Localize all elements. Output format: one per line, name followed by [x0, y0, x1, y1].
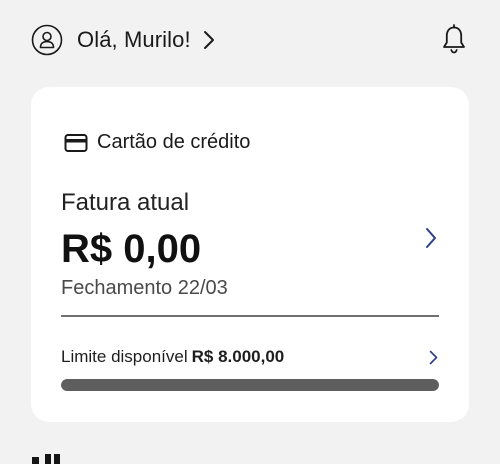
limit-progress-bar	[61, 379, 439, 391]
bell-icon[interactable]	[441, 24, 467, 54]
credit-card-icon	[64, 133, 88, 152]
invoice-closing-date: Fechamento 22/03	[61, 277, 228, 299]
chevron-right-icon	[426, 228, 436, 248]
invoice-label: Fatura atual	[61, 189, 190, 216]
chevron-right-icon	[429, 350, 438, 365]
credit-card-summary-card: Cartão de crédito Fatura atual R$ 0,00 F…	[31, 87, 469, 422]
card-title: Cartão de crédito	[97, 131, 251, 153]
card-header: Cartão de crédito	[64, 131, 250, 154]
header: Olá, Murilo!	[0, 0, 500, 80]
limit-text: Limite disponível R$ 8.000,00	[61, 347, 284, 367]
user-circle-icon	[31, 24, 63, 56]
available-limit-link[interactable]: Limite disponível R$ 8.000,00	[61, 345, 441, 371]
limit-progress-fill	[61, 379, 439, 391]
current-invoice-link[interactable]: Fatura atual R$ 0,00 Fechamento 22/03	[61, 189, 441, 307]
chevron-right-icon	[203, 31, 214, 49]
profile-greeting-link[interactable]: Olá, Murilo!	[31, 23, 215, 57]
limit-value: R$ 8.000,00	[191, 347, 285, 366]
next-section-heading-partial	[32, 454, 92, 464]
invoice-amount: R$ 0,00	[61, 227, 202, 271]
greeting-text: Olá, Murilo!	[77, 27, 191, 52]
divider	[61, 315, 439, 317]
limit-label: Limite disponível	[61, 347, 188, 366]
